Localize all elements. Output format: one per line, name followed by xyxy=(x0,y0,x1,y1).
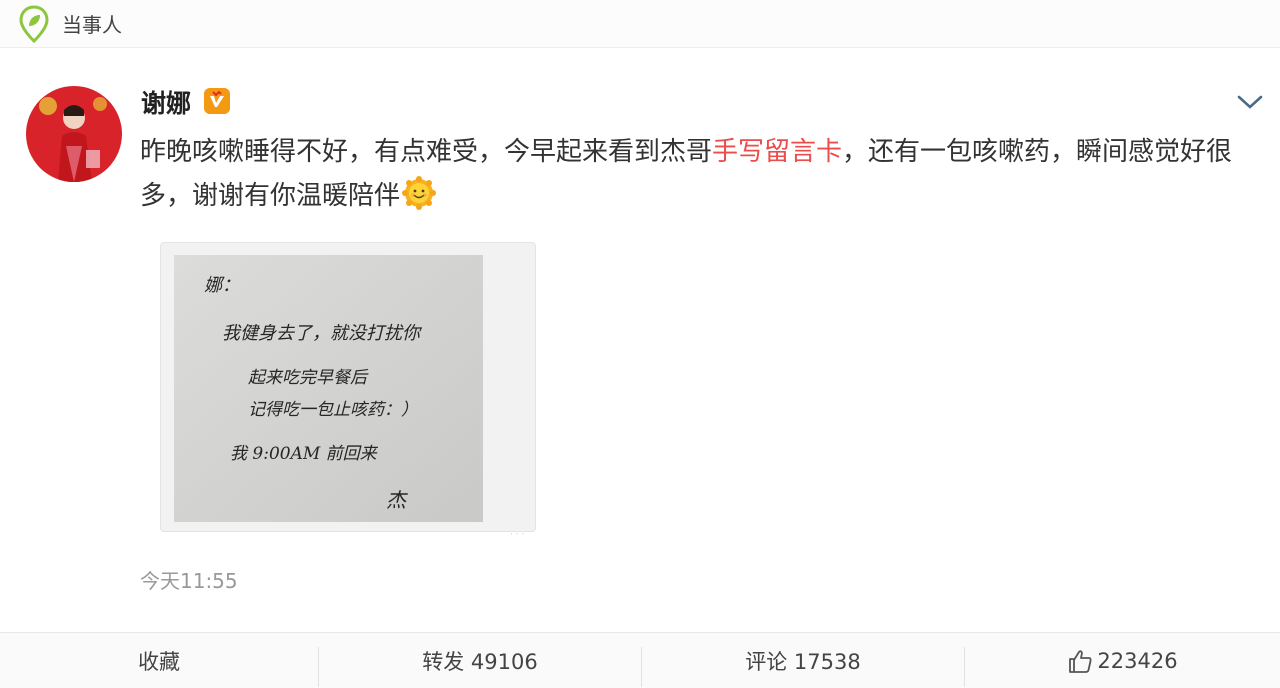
handwritten-card-link[interactable]: 手写留言卡 xyxy=(712,137,842,167)
like-count: 223426 xyxy=(1097,649,1178,673)
top-bar: 当事人 xyxy=(0,0,1280,48)
image-watermark: · · · xyxy=(510,530,525,540)
source-label[interactable]: 当事人 xyxy=(62,9,122,38)
handwritten-note: 娜： 我健身去了，就没打扰你 起来吃完早餐后 记得吃一包止咳药：） 我 9:00… xyxy=(174,255,483,522)
note-signature: 杰 xyxy=(386,488,408,512)
avatar[interactable] xyxy=(26,86,122,182)
repost-button[interactable]: 转发 49106 xyxy=(319,633,641,688)
note-line: 记得吃一包止咳药：） xyxy=(248,400,418,420)
comment-label: 评论 17538 xyxy=(745,650,861,674)
handwritten-note-card: 娜： 我健身去了，就没打扰你 起来吃完早餐后 记得吃一包止咳药：） 我 9:00… xyxy=(174,255,483,522)
weibo-post-page: 当事人 谢娜 昨晚咳嗽睡得不好，有点难受，今早起来看到杰哥手写留言卡，还有一包咳… xyxy=(0,0,1280,688)
note-line: 我健身去了，就没打扰你 xyxy=(222,323,423,344)
username[interactable]: 谢娜 xyxy=(141,84,191,120)
comment-button[interactable]: 评论 17538 xyxy=(642,633,964,688)
sun-smile-emoji-icon xyxy=(402,176,437,210)
post-text: 昨晚咳嗽睡得不好，有点难受，今早起来看到杰哥手写留言卡，还有一包咳嗽药，瞬间感觉… xyxy=(140,130,1250,218)
location-pin-icon xyxy=(19,5,49,43)
verified-badge-icon xyxy=(204,88,230,114)
repost-label: 转发 49106 xyxy=(422,650,538,674)
like-button[interactable]: 223426 xyxy=(965,633,1280,688)
action-bar: 收藏 转发 49106 评论 17538 223426 xyxy=(0,632,1280,688)
avatar-image xyxy=(26,86,122,182)
note-line: 起来吃完早餐后 xyxy=(248,368,369,388)
favorite-button[interactable]: 收藏 xyxy=(0,633,318,688)
post-text-part: 昨晚咳嗽睡得不好，有点难受，今早起来看到杰哥 xyxy=(140,137,713,167)
note-line: 我 9:00AM 前回来 xyxy=(230,444,379,464)
post-time[interactable]: 今天11:55 xyxy=(140,565,238,594)
chevron-down-icon[interactable] xyxy=(1236,92,1264,112)
favorite-label: 收藏 xyxy=(138,650,180,674)
thumbs-up-icon xyxy=(1069,650,1092,673)
post-image[interactable]: 娜： 我健身去了，就没打扰你 起来吃完早餐后 记得吃一包止咳药：） 我 9:00… xyxy=(160,242,536,532)
note-greeting: 娜： xyxy=(204,275,240,296)
